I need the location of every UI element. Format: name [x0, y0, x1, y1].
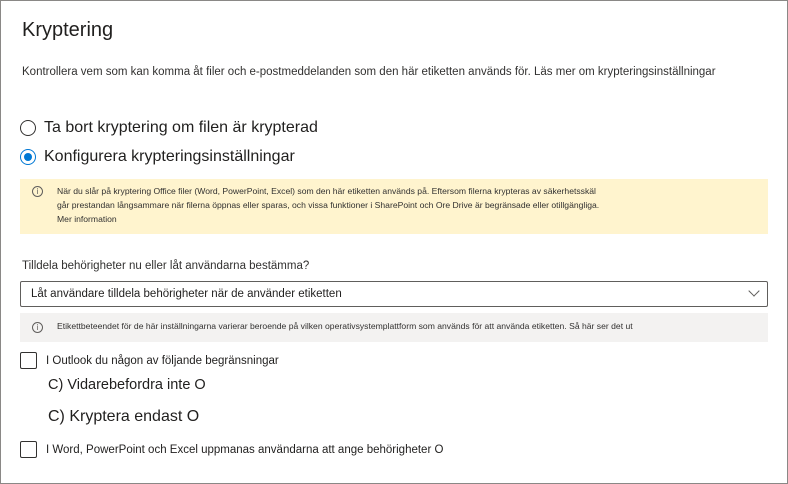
do-not-forward-option[interactable]: C) Vidarebefordra inte O [48, 377, 206, 393]
outlook-restrictions-checkbox[interactable] [20, 352, 37, 369]
encrypt-only-option[interactable]: C) Kryptera endast O [48, 408, 199, 426]
outlook-restrictions-checkbox-row[interactable]: I Outlook du någon av följande begränsni… [20, 352, 279, 369]
radio-remove-encryption[interactable]: Ta bort kryptering om filen är krypterad [20, 119, 318, 137]
assign-permissions-dropdown[interactable]: Låt användare tilldela behörigheter när … [20, 281, 768, 307]
radio-label-configure-encryption: Konfigurera krypteringsinställningar [44, 148, 295, 165]
info-icon: i [32, 322, 43, 333]
office-permissions-checkbox[interactable] [20, 441, 37, 458]
radio-button-checked[interactable] [20, 149, 36, 165]
more-info-link[interactable]: Mer information [57, 212, 757, 226]
chevron-down-icon [748, 285, 760, 297]
encryption-description: Kontrollera vem som kan komma åt filer o… [22, 66, 716, 78]
assign-permissions-question: Tilldela behörigheter nu eller låt använ… [22, 260, 310, 272]
radio-button-unchecked[interactable] [20, 120, 36, 136]
office-permissions-checkbox-row[interactable]: I Word, PowerPoint och Excel uppmanas an… [20, 441, 443, 458]
encryption-panel: Kryptering Kontrollera vem som kan komma… [0, 0, 788, 484]
radio-label-remove-encryption: Ta bort kryptering om filen är krypterad [44, 119, 318, 136]
warning-message-bar: i När du slår på kryptering Office filer… [20, 179, 768, 234]
warning-line-1: När du slår på kryptering Office filer (… [57, 186, 596, 196]
platform-note-text: Etikettbeteendet för de här inställninga… [57, 321, 633, 331]
warning-text: När du slår på kryptering Office filer (… [57, 184, 757, 226]
info-icon: i [32, 186, 43, 197]
page-title: Kryptering [22, 19, 114, 41]
dropdown-selected-value: Låt användare tilldela behörigheter när … [31, 288, 342, 300]
office-permissions-label: I Word, PowerPoint och Excel uppmanas an… [46, 443, 444, 456]
warning-line-2: går prestandan långsammare när filerna ö… [57, 200, 600, 210]
radio-configure-encryption[interactable]: Konfigurera krypteringsinställningar [20, 148, 295, 166]
outlook-restrictions-label: I Outlook du någon av följande begränsni… [46, 354, 279, 367]
platform-note-bar: i Etikettbeteendet för de här inställnin… [20, 313, 768, 342]
